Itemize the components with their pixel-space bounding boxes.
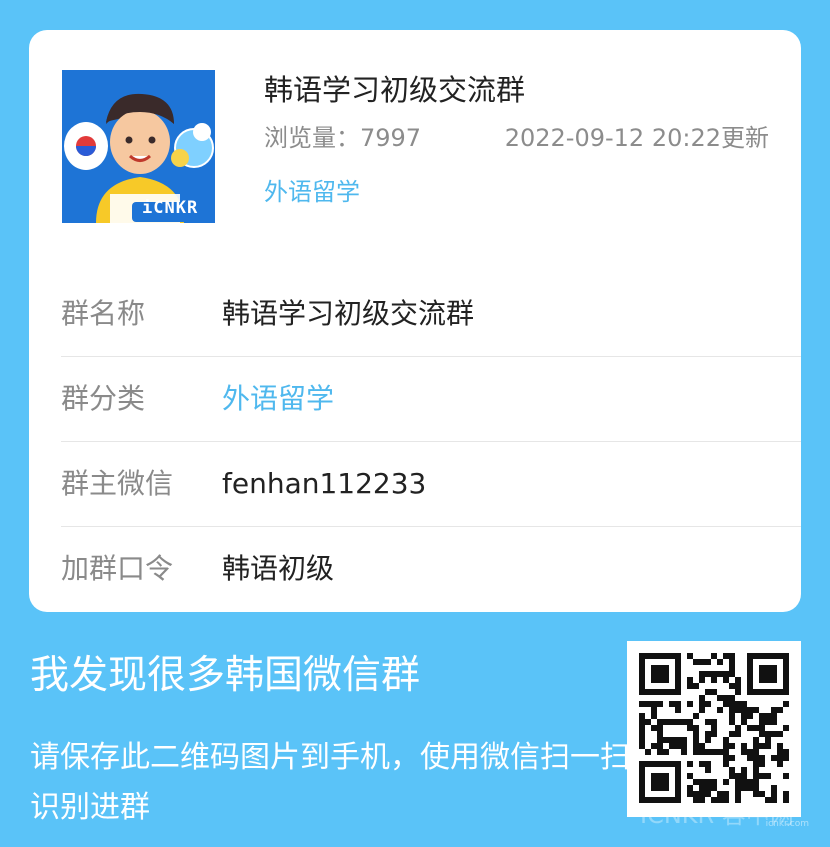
group-avatar: iCNKR — [62, 70, 215, 223]
updated-time: 2022-09-12 20:22更新 — [504, 124, 769, 152]
detail-row-owner-wechat: 群主微信 fenhan112233 — [61, 442, 801, 527]
detail-row-join-password: 加群口令 韩语初级 — [61, 527, 801, 611]
avatar-logo-text: iCNKR — [142, 198, 199, 218]
watermark: ICNKR 容中网 icnkr.com — [640, 795, 815, 835]
watermark-url: icnkr.com — [765, 819, 809, 829]
category-link[interactable]: 外语留学 — [264, 175, 360, 209]
detail-value: 韩语学习初级交流群 — [222, 297, 475, 330]
qr-code — [627, 641, 801, 817]
detail-label: 群主微信 — [61, 467, 174, 500]
qr-code-icon — [639, 653, 789, 803]
detail-label: 群名称 — [61, 297, 146, 330]
view-count-label: 浏览量： — [264, 124, 360, 152]
detail-value: fenhan112233 — [222, 467, 427, 500]
detail-label: 加群口令 — [61, 552, 174, 585]
view-count: 浏览量：7997 — [264, 121, 421, 155]
detail-label: 群分类 — [61, 382, 146, 415]
detail-category-link[interactable]: 外语留学 — [222, 381, 334, 417]
detail-row-category: 群分类 外语留学 — [61, 357, 801, 442]
group-title: 韩语学习初级交流群 — [264, 73, 526, 107]
group-info-card: iCNKR 韩语学习初级交流群 浏览量：7997 2022-09-12 20:2… — [29, 30, 801, 612]
view-count-value: 7997 — [360, 124, 422, 152]
detail-value: 韩语初级 — [222, 552, 335, 585]
detail-row-group-name: 群名称 韩语学习初级交流群 — [61, 272, 801, 357]
footer-title: 我发现很多韩国微信群 — [30, 653, 421, 698]
footer-description: 请保存此二维码图片到手机，使用微信扫一扫识别进群 — [30, 740, 630, 825]
